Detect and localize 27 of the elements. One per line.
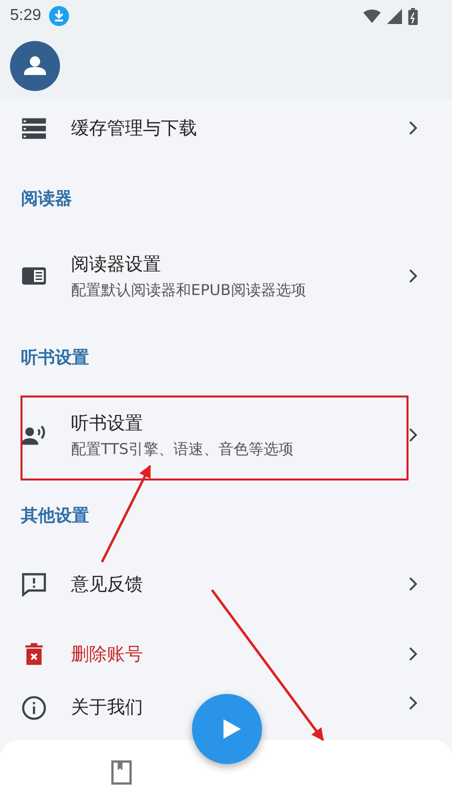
download-icon [49,6,70,26]
item-title[interactable]: 阅读器设置 [71,252,161,276]
item-subtitle: 配置默认阅读器和EPUB阅读器选项 [71,281,306,300]
wifi-icon [363,9,381,23]
bookshelf-icon[interactable] [111,760,132,784]
item-title[interactable]: 删除账号 [71,642,143,666]
play-button[interactable] [192,694,262,764]
feedback-icon [21,571,47,597]
chevron-icon[interactable] [408,427,418,443]
section-header: 阅读器 [21,188,72,210]
chevron-icon[interactable] [408,695,418,711]
item-title[interactable]: 意见反馈 [71,572,143,596]
chevron-icon[interactable] [408,576,418,592]
item-title[interactable]: 听书设置 [71,411,143,435]
status-time: 5:29 [10,7,42,25]
section-header: 其他设置 [21,504,89,528]
info-icon [21,695,47,721]
chevron-icon[interactable] [408,268,418,284]
section-header: 听书设置 [21,346,89,370]
item-subtitle: 配置TTS引擎、语速、音色等选项 [71,440,294,459]
chevron-icon[interactable] [408,120,418,136]
battery-icon [408,8,418,24]
item-title[interactable]: 缓存管理与下载 [71,116,197,140]
avatar-icon[interactable] [10,41,60,91]
chevron-icon[interactable] [408,646,418,662]
item-title[interactable]: 关于我们 [71,695,143,719]
signal-icon [387,8,402,24]
